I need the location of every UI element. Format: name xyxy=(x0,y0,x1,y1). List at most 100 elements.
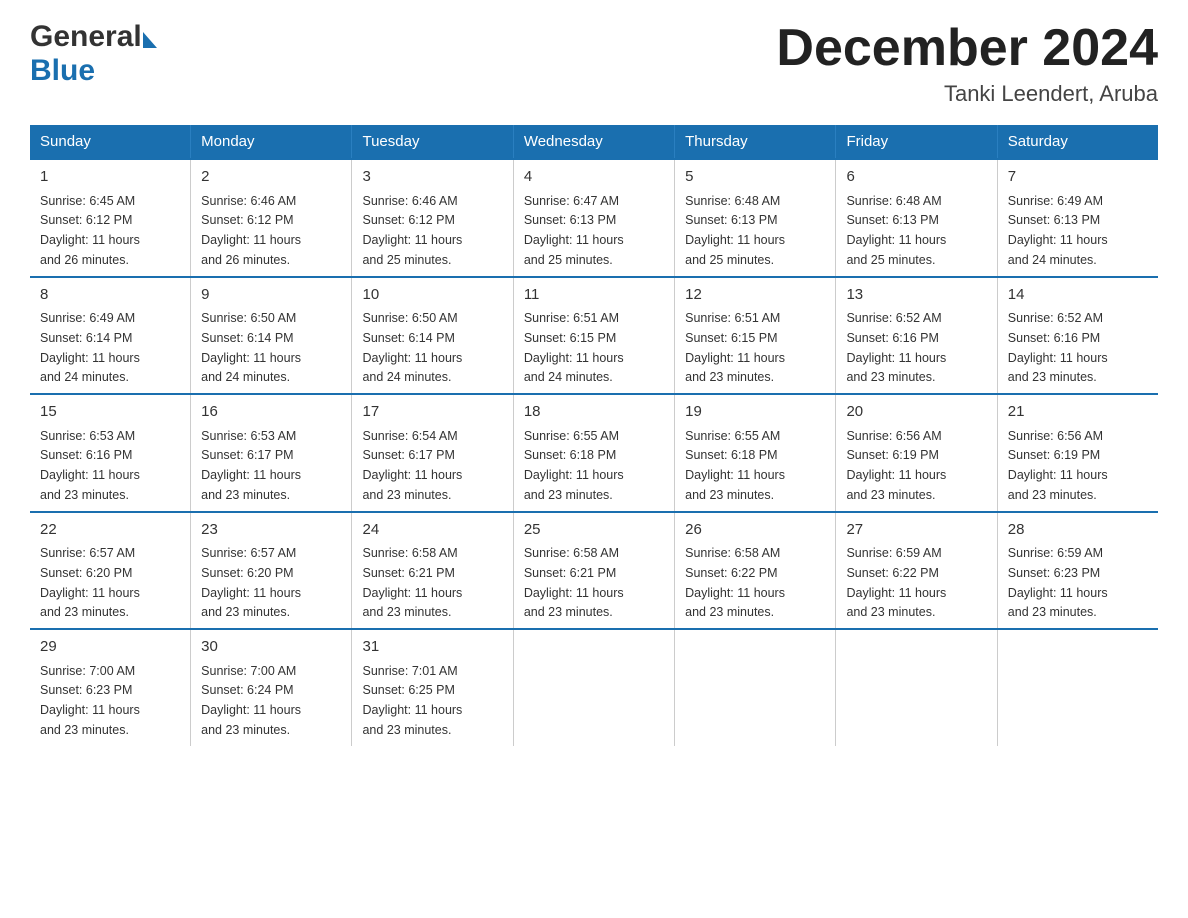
day-header-monday: Monday xyxy=(191,125,352,159)
day-cell: 9 Sunrise: 6:50 AMSunset: 6:14 PMDaylight… xyxy=(191,277,352,395)
day-cell: 12 Sunrise: 6:51 AMSunset: 6:15 PMDayligh… xyxy=(675,277,836,395)
logo-general-text: General xyxy=(30,20,142,54)
day-header-saturday: Saturday xyxy=(997,125,1158,159)
day-number: 22 xyxy=(40,519,180,542)
day-info: Sunrise: 6:57 AMSunset: 6:20 PMDaylight:… xyxy=(201,546,301,619)
day-cell: 29 Sunrise: 7:00 AMSunset: 6:23 PMDayligh… xyxy=(30,629,191,746)
day-number: 23 xyxy=(201,519,341,542)
day-info: Sunrise: 7:01 AMSunset: 6:25 PMDaylight:… xyxy=(362,664,462,737)
day-cell: 18 Sunrise: 6:55 AMSunset: 6:18 PMDayligh… xyxy=(513,394,674,512)
day-cell: 13 Sunrise: 6:52 AMSunset: 6:16 PMDayligh… xyxy=(836,277,997,395)
day-number: 1 xyxy=(40,166,180,189)
day-cell: 16Sunrise: 6:53 AMSunset: 6:17 PMDayligh… xyxy=(191,394,352,512)
day-info: Sunrise: 6:48 AMSunset: 6:13 PMDaylight:… xyxy=(846,194,946,267)
day-number: 6 xyxy=(846,166,986,189)
day-cell: 14 Sunrise: 6:52 AMSunset: 6:16 PMDayligh… xyxy=(997,277,1158,395)
day-cell: 23 Sunrise: 6:57 AMSunset: 6:20 PMDayligh… xyxy=(191,512,352,630)
calendar-table: SundayMondayTuesdayWednesdayThursdayFrid… xyxy=(30,125,1158,746)
day-cell: 20 Sunrise: 6:56 AMSunset: 6:19 PMDayligh… xyxy=(836,394,997,512)
day-header-wednesday: Wednesday xyxy=(513,125,674,159)
day-info: Sunrise: 6:56 AMSunset: 6:19 PMDaylight:… xyxy=(846,429,946,502)
day-cell: 3Sunrise: 6:46 AMSunset: 6:12 PMDaylight… xyxy=(352,159,513,277)
day-info: Sunrise: 6:51 AMSunset: 6:15 PMDaylight:… xyxy=(685,311,785,384)
day-number: 30 xyxy=(201,636,341,659)
day-number: 21 xyxy=(1008,401,1148,424)
day-cell xyxy=(513,629,674,746)
day-cell: 15Sunrise: 6:53 AMSunset: 6:16 PMDayligh… xyxy=(30,394,191,512)
location-title: Tanki Leendert, Aruba xyxy=(776,81,1158,107)
week-row-2: 8Sunrise: 6:49 AMSunset: 6:14 PMDaylight… xyxy=(30,277,1158,395)
title-section: December 2024 Tanki Leendert, Aruba xyxy=(776,20,1158,107)
day-number: 12 xyxy=(685,284,825,307)
day-info: Sunrise: 6:45 AMSunset: 6:12 PMDaylight:… xyxy=(40,194,140,267)
day-header-sunday: Sunday xyxy=(30,125,191,159)
day-cell xyxy=(997,629,1158,746)
day-cell: 25Sunrise: 6:58 AMSunset: 6:21 PMDayligh… xyxy=(513,512,674,630)
day-info: Sunrise: 6:55 AMSunset: 6:18 PMDaylight:… xyxy=(685,429,785,502)
day-cell xyxy=(675,629,836,746)
day-info: Sunrise: 6:52 AMSunset: 6:16 PMDaylight:… xyxy=(846,311,946,384)
day-number: 20 xyxy=(846,401,986,424)
week-row-4: 22 Sunrise: 6:57 AMSunset: 6:20 PMDayligh… xyxy=(30,512,1158,630)
day-number: 14 xyxy=(1008,284,1148,307)
day-info: Sunrise: 6:58 AMSunset: 6:21 PMDaylight:… xyxy=(362,546,462,619)
day-number: 2 xyxy=(201,166,341,189)
calendar-header: SundayMondayTuesdayWednesdayThursdayFrid… xyxy=(30,125,1158,159)
day-cell: 7Sunrise: 6:49 AMSunset: 6:13 PMDaylight… xyxy=(997,159,1158,277)
month-title: December 2024 xyxy=(776,20,1158,77)
calendar-body: 1 Sunrise: 6:45 AMSunset: 6:12 PMDaylight… xyxy=(30,159,1158,746)
day-info: Sunrise: 6:53 AMSunset: 6:17 PMDaylight:… xyxy=(201,429,301,502)
day-cell: 31Sunrise: 7:01 AMSunset: 6:25 PMDayligh… xyxy=(352,629,513,746)
day-info: Sunrise: 6:47 AMSunset: 6:13 PMDaylight:… xyxy=(524,194,624,267)
logo: General Blue xyxy=(30,20,157,92)
day-cell: 1 Sunrise: 6:45 AMSunset: 6:12 PMDaylight… xyxy=(30,159,191,277)
day-info: Sunrise: 6:57 AMSunset: 6:20 PMDaylight:… xyxy=(40,546,140,619)
day-info: Sunrise: 6:50 AMSunset: 6:14 PMDaylight:… xyxy=(201,311,301,384)
day-info: Sunrise: 6:59 AMSunset: 6:22 PMDaylight:… xyxy=(846,546,946,619)
day-number: 15 xyxy=(40,401,180,424)
day-info: Sunrise: 6:58 AMSunset: 6:22 PMDaylight:… xyxy=(685,546,785,619)
logo-arrow-icon xyxy=(143,32,157,48)
day-number: 5 xyxy=(685,166,825,189)
day-cell: 30 Sunrise: 7:00 AMSunset: 6:24 PMDayligh… xyxy=(191,629,352,746)
day-number: 17 xyxy=(362,401,502,424)
day-number: 19 xyxy=(685,401,825,424)
day-cell: 11Sunrise: 6:51 AMSunset: 6:15 PMDayligh… xyxy=(513,277,674,395)
page-header: General Blue December 2024 Tanki Leender… xyxy=(30,20,1158,107)
logo-blue-text: Blue xyxy=(30,54,95,88)
day-cell: 6 Sunrise: 6:48 AMSunset: 6:13 PMDaylight… xyxy=(836,159,997,277)
day-cell: 24 Sunrise: 6:58 AMSunset: 6:21 PMDayligh… xyxy=(352,512,513,630)
day-info: Sunrise: 6:58 AMSunset: 6:21 PMDaylight:… xyxy=(524,546,624,619)
day-cell: 28 Sunrise: 6:59 AMSunset: 6:23 PMDayligh… xyxy=(997,512,1158,630)
day-cell: 2Sunrise: 6:46 AMSunset: 6:12 PMDaylight… xyxy=(191,159,352,277)
day-info: Sunrise: 7:00 AMSunset: 6:24 PMDaylight:… xyxy=(201,664,301,737)
day-number: 24 xyxy=(362,519,502,542)
day-header-tuesday: Tuesday xyxy=(352,125,513,159)
day-number: 28 xyxy=(1008,519,1148,542)
day-number: 18 xyxy=(524,401,664,424)
day-cell: 26Sunrise: 6:58 AMSunset: 6:22 PMDayligh… xyxy=(675,512,836,630)
day-info: Sunrise: 6:49 AMSunset: 6:14 PMDaylight:… xyxy=(40,311,140,384)
day-number: 27 xyxy=(846,519,986,542)
day-number: 7 xyxy=(1008,166,1148,189)
day-number: 11 xyxy=(524,284,664,307)
day-cell: 8Sunrise: 6:49 AMSunset: 6:14 PMDaylight… xyxy=(30,277,191,395)
day-info: Sunrise: 6:48 AMSunset: 6:13 PMDaylight:… xyxy=(685,194,785,267)
day-number: 9 xyxy=(201,284,341,307)
day-number: 3 xyxy=(362,166,502,189)
day-header-friday: Friday xyxy=(836,125,997,159)
day-cell: 10 Sunrise: 6:50 AMSunset: 6:14 PMDayligh… xyxy=(352,277,513,395)
day-number: 13 xyxy=(846,284,986,307)
day-info: Sunrise: 6:52 AMSunset: 6:16 PMDaylight:… xyxy=(1008,311,1108,384)
day-header-thursday: Thursday xyxy=(675,125,836,159)
week-row-5: 29 Sunrise: 7:00 AMSunset: 6:23 PMDayligh… xyxy=(30,629,1158,746)
day-cell: 21 Sunrise: 6:56 AMSunset: 6:19 PMDayligh… xyxy=(997,394,1158,512)
day-info: Sunrise: 6:50 AMSunset: 6:14 PMDaylight:… xyxy=(362,311,462,384)
day-info: Sunrise: 6:59 AMSunset: 6:23 PMDaylight:… xyxy=(1008,546,1108,619)
day-info: Sunrise: 6:56 AMSunset: 6:19 PMDaylight:… xyxy=(1008,429,1108,502)
day-number: 10 xyxy=(362,284,502,307)
day-number: 29 xyxy=(40,636,180,659)
day-info: Sunrise: 6:55 AMSunset: 6:18 PMDaylight:… xyxy=(524,429,624,502)
week-row-3: 15Sunrise: 6:53 AMSunset: 6:16 PMDayligh… xyxy=(30,394,1158,512)
day-info: Sunrise: 7:00 AMSunset: 6:23 PMDaylight:… xyxy=(40,664,140,737)
